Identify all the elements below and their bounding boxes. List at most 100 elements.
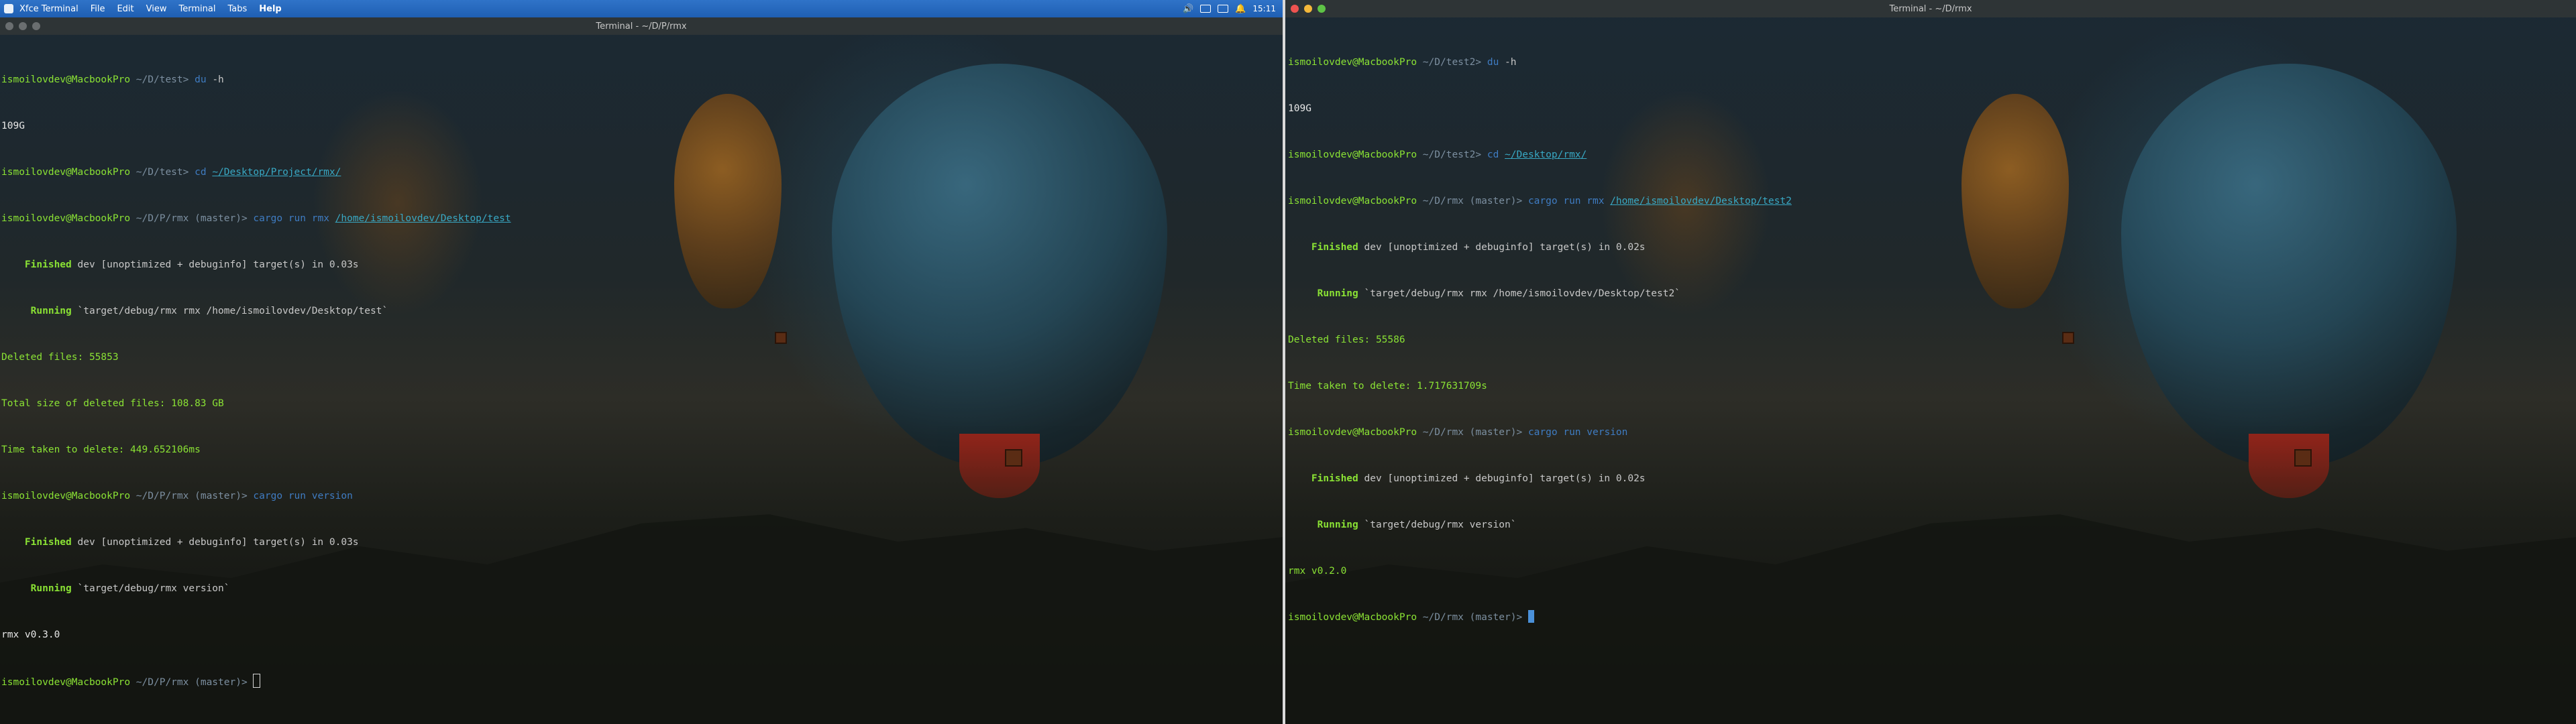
wallpaper-balloon-large [832, 64, 1167, 498]
prompt-path: ~/D/test2> [1422, 57, 1482, 68]
command-args: -h [212, 74, 224, 85]
path-link[interactable]: ~/Desktop/rmx/ [1505, 149, 1587, 160]
apple-logo-icon[interactable] [4, 4, 13, 13]
path-link[interactable]: /home/ismoilovdev/Desktop/test [335, 213, 511, 224]
cargo-status: Finished [24, 259, 72, 270]
volume-icon[interactable]: 🔊 [1183, 4, 1193, 14]
maximize-icon[interactable] [32, 22, 40, 30]
prompt-user: ismoilovdev@MacbookPro [1288, 196, 1417, 206]
terminal-window-right[interactable]: Terminal - ~/D/rmx ismoilovdev@MacbookPr… [1285, 0, 2576, 724]
maximize-icon[interactable] [1318, 5, 1326, 13]
cargo-status: Running [30, 306, 72, 316]
terminal-line: ismoilovdev@MacbookPro ~/D/test2> cd ~/D… [1288, 147, 1792, 163]
command: cargo [253, 213, 283, 224]
cargo-detail: `target/debug/rmx rmx /home/ismoilovdev/… [1364, 288, 1680, 299]
right-titlebar[interactable]: Terminal - ~/D/rmx [1285, 0, 2576, 17]
minimize-icon[interactable] [1304, 5, 1312, 13]
prompt-path: ~/D/P/rmx [136, 213, 189, 224]
terminal-cursor[interactable] [1527, 610, 1534, 623]
cargo-status: Running [1317, 520, 1358, 530]
prompt-user: ismoilovdev@MacbookPro [1, 74, 131, 85]
keyboard-icon[interactable] [1200, 5, 1212, 13]
terminal-line: ismoilovdev@MacbookPro ~/D/test> du -h [1, 72, 511, 88]
wallpaper-balloon-small [674, 94, 782, 308]
terminal-line: rmx v0.3.0 [1, 629, 60, 640]
command: cargo [253, 491, 283, 501]
left-titlebar[interactable]: Terminal - ~/D/P/rmx [0, 17, 1283, 35]
window-title: Terminal - ~/D/rmx [1889, 3, 1972, 14]
menu-view[interactable]: View [140, 4, 173, 14]
terminal-line: Running `target/debug/rmx rmx /home/ismo… [1288, 286, 1792, 302]
git-branch: (master)> [1469, 427, 1523, 438]
command-args: run version [1563, 427, 1628, 438]
bell-icon[interactable]: 🔔 [1235, 4, 1246, 14]
terminal-output-right[interactable]: ismoilovdev@MacbookPro ~/D/test2> du -h … [1288, 24, 1792, 656]
command-args: run rmx [1563, 196, 1605, 206]
prompt-path: ~/D/P/rmx [136, 677, 189, 688]
prompt-path: ~/D/test2> [1422, 149, 1482, 160]
window-controls [1291, 5, 1326, 13]
cargo-status: Finished [24, 537, 72, 548]
command-args: run rmx [288, 213, 329, 224]
top-panel: Xfce Terminal File Edit View Terminal Ta… [0, 0, 1283, 17]
minimize-icon[interactable] [19, 22, 27, 30]
prompt-path: ~/D/rmx [1422, 612, 1464, 623]
wallpaper-balloon-small [1962, 94, 2069, 308]
prompt-user: ismoilovdev@MacbookPro [1, 167, 131, 178]
terminal-line: ismoilovdev@MacbookPro ~/D/P/rmx (master… [1, 211, 511, 227]
menu-terminal[interactable]: Terminal [173, 4, 222, 14]
prompt-user: ismoilovdev@MacbookPro [1288, 427, 1417, 438]
terminal-line: ismoilovdev@MacbookPro ~/D/rmx (master)>… [1288, 425, 1792, 440]
prompt-path: ~/D/rmx [1422, 196, 1464, 206]
prompt-user: ismoilovdev@MacbookPro [1288, 57, 1417, 68]
command-args: -h [1505, 57, 1517, 68]
cargo-detail: `target/debug/rmx version` [77, 583, 230, 594]
terminal-line: ismoilovdev@MacbookPro ~/D/rmx (master)> [1288, 610, 1792, 625]
command: cd [1487, 149, 1499, 160]
git-branch: (master)> [195, 213, 248, 224]
terminal-output-left[interactable]: ismoilovdev@MacbookPro ~/D/test> du -h 1… [1, 42, 511, 720]
terminal-line: ismoilovdev@MacbookPro ~/D/test2> du -h [1288, 55, 1792, 70]
menu-file[interactable]: File [85, 4, 111, 14]
close-icon[interactable] [5, 22, 13, 30]
menu-edit[interactable]: Edit [111, 4, 140, 14]
path-link[interactable]: ~/Desktop/Project/rmx/ [212, 167, 341, 178]
prompt-user: ismoilovdev@MacbookPro [1288, 149, 1417, 160]
close-icon[interactable] [1291, 5, 1299, 13]
terminal-window-left[interactable]: Terminal - ~/D/P/rmx ismoilovdev@Macbook… [0, 0, 1283, 724]
git-branch: (master)> [195, 677, 248, 688]
cargo-status: Finished [1311, 473, 1358, 484]
cargo-detail: `target/debug/rmx rmx /home/ismoilovdev/… [77, 306, 388, 316]
git-branch: (master)> [1469, 612, 1523, 623]
command: du [1487, 57, 1499, 68]
cargo-status: Running [1317, 288, 1358, 299]
terminal-line: Running `target/debug/rmx version` [1288, 518, 1792, 533]
menu-tabs[interactable]: Tabs [221, 4, 253, 14]
wallpaper-basket-small [775, 332, 787, 344]
path-link[interactable]: /home/ismoilovdev/Desktop/test2 [1610, 196, 1792, 206]
wallpaper-basket-large [2294, 449, 2312, 467]
cargo-detail: `target/debug/rmx version` [1364, 520, 1517, 530]
command-args: run version [288, 491, 353, 501]
terminal-line: Total size of deleted files: 108.83 GB [1, 398, 224, 409]
terminal-line: Finished dev [unoptimized + debuginfo] t… [1, 535, 511, 550]
menu-app[interactable]: Xfce Terminal [13, 4, 85, 14]
battery-icon[interactable] [1218, 5, 1229, 13]
command: du [195, 74, 207, 85]
system-tray: 🔊 🔔 15:11 [1183, 4, 1283, 14]
terminal-line: ismoilovdev@MacbookPro ~/D/test> cd ~/De… [1, 165, 511, 180]
prompt-path: ~/D/test> [136, 167, 189, 178]
command: cargo [1527, 427, 1558, 438]
cargo-detail: dev [unoptimized + debuginfo] target(s) … [77, 259, 359, 270]
git-branch: (master)> [1469, 196, 1523, 206]
command: cd [195, 167, 207, 178]
menu-help[interactable]: Help [253, 4, 287, 14]
command: cargo [1527, 196, 1558, 206]
prompt-path: ~/D/P/rmx [136, 491, 189, 501]
terminal-cursor[interactable] [253, 674, 261, 688]
terminal-line: Running `target/debug/rmx version` [1, 581, 511, 597]
clock[interactable]: 15:11 [1252, 4, 1276, 13]
prompt-user: ismoilovdev@MacbookPro [1, 677, 131, 688]
prompt-user: ismoilovdev@MacbookPro [1, 491, 131, 501]
prompt-user: ismoilovdev@MacbookPro [1288, 612, 1417, 623]
